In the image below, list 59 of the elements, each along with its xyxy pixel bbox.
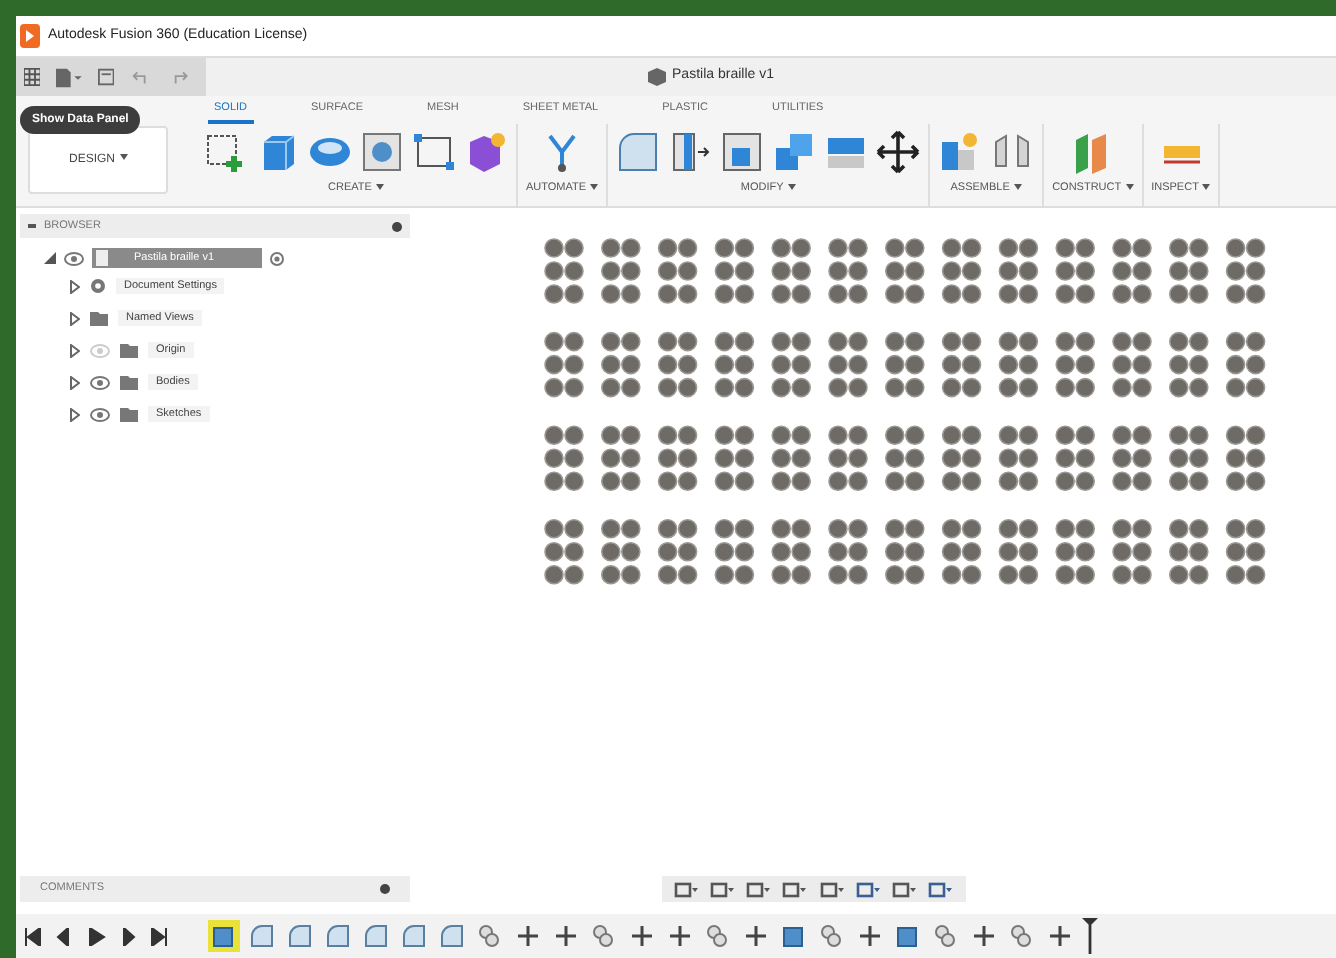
cube-icon [648, 68, 667, 86]
extrude-feature-icon[interactable] [436, 920, 468, 952]
move-feature-icon[interactable] [626, 920, 658, 952]
view-tool-icon[interactable] [819, 881, 844, 897]
caret-icon [590, 184, 599, 191]
timeline-marker-icon[interactable] [1082, 918, 1098, 954]
rectangle-pattern-icon[interactable] [412, 130, 456, 174]
extrude-feature-icon[interactable] [284, 920, 316, 952]
move-feature-icon[interactable] [550, 920, 582, 952]
save-icon[interactable] [98, 68, 115, 86]
view-tool-icon[interactable] [855, 881, 880, 897]
press-pull-icon[interactable] [616, 130, 661, 174]
document-icon [96, 250, 108, 266]
fillet-icon[interactable] [668, 130, 713, 174]
collapsed-triangle-icon[interactable] [70, 311, 80, 325]
pin-icon[interactable] [392, 221, 402, 231]
gear-icon [90, 278, 106, 294]
expanded-triangle-icon[interactable] [44, 252, 56, 264]
caret-icon [1125, 184, 1134, 191]
collapsed-triangle-icon[interactable] [70, 343, 80, 357]
sketch-icon[interactable] [204, 130, 248, 174]
view-tool-icon[interactable] [928, 881, 953, 897]
move-feature-icon[interactable] [664, 920, 696, 952]
eye-icon[interactable] [90, 407, 110, 421]
move-feature-icon[interactable] [968, 920, 1000, 952]
caret-icon [787, 184, 796, 191]
view-tool-icon[interactable] [782, 881, 807, 897]
extrude-feature-icon[interactable] [246, 920, 278, 952]
hole-icon[interactable] [360, 130, 404, 174]
collapsed-triangle-icon[interactable] [70, 375, 80, 389]
file-icon[interactable] [56, 67, 83, 87]
eye-icon[interactable] [64, 251, 84, 265]
move-feature-icon[interactable] [512, 920, 544, 952]
extrude-feature-icon[interactable] [322, 920, 354, 952]
grid-icon[interactable] [24, 68, 41, 86]
extrude-feature-icon[interactable] [398, 920, 430, 952]
eye-icon[interactable] [90, 375, 110, 389]
move-feature-icon[interactable] [1044, 920, 1076, 952]
move-feature-icon[interactable] [854, 920, 886, 952]
shell-icon[interactable] [720, 130, 765, 174]
caret-icon [119, 154, 127, 161]
combine-icon[interactable] [772, 130, 817, 174]
plugin-icon[interactable] [464, 130, 508, 174]
extrude-feature-icon[interactable] [360, 920, 392, 952]
view-tool-icon[interactable] [892, 881, 917, 897]
view-tool-icon[interactable] [746, 881, 771, 897]
view-tool-icon[interactable] [673, 881, 698, 897]
radio-icon[interactable] [270, 251, 284, 265]
new-component-icon[interactable] [938, 130, 983, 174]
collapsed-triangle-icon[interactable] [70, 279, 80, 293]
caret-icon [1013, 184, 1022, 191]
move-feature-icon[interactable] [740, 920, 772, 952]
move-icon[interactable] [876, 130, 921, 174]
sketch-feature-icon[interactable] [208, 920, 240, 952]
view-tool-icon[interactable] [709, 881, 734, 897]
caret-icon [1202, 184, 1211, 191]
pin-icon[interactable] [380, 884, 390, 894]
collapsed-triangle-icon[interactable] [70, 407, 80, 421]
caret-icon [375, 184, 384, 191]
